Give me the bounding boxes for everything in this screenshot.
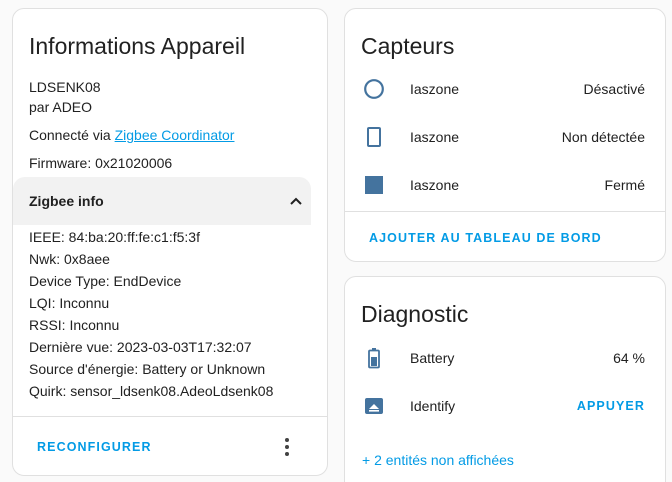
- sensor-state: Non détectée: [561, 129, 645, 145]
- battery-icon: [368, 348, 380, 369]
- reconfigure-button[interactable]: RECONFIGURER: [37, 440, 152, 454]
- sensor-state: Fermé: [604, 177, 645, 193]
- card-divider: [345, 211, 665, 212]
- show-hidden-entities-link[interactable]: + 2 entités non affichées: [362, 452, 514, 468]
- device-manufacturer: par ADEO: [29, 99, 93, 115]
- diagnostic-card: Diagnostic Battery 64 % Identify APPUYER…: [344, 276, 666, 482]
- sensor-name: Iaszone: [410, 81, 460, 97]
- press-button[interactable]: APPUYER: [577, 399, 645, 413]
- zigbee-info-label: Zigbee info: [29, 193, 104, 209]
- sensors-title: Capteurs: [361, 33, 455, 59]
- zigbee-rssi: RSSI: Inconnu: [29, 317, 120, 333]
- chevron-up-icon: [290, 197, 302, 205]
- zigbee-ieee: IEEE: 84:ba:20:ff:fe:c1:f5:3f: [29, 229, 200, 245]
- add-to-dashboard-button[interactable]: AJOUTER AU TABLEAU DE BORD: [369, 231, 602, 245]
- diagnostic-name: Identify: [410, 398, 456, 414]
- device-model: LDSENK08: [29, 79, 101, 95]
- square-filled-icon: [365, 176, 383, 194]
- diagnostic-name: Battery: [410, 350, 455, 366]
- firmware-version: Firmware: 0x21020006: [29, 155, 173, 171]
- zigbee-power-source: Source d'énergie: Battery or Unknown: [29, 361, 266, 377]
- device-info-title: Informations Appareil: [29, 33, 246, 59]
- zigbee-last-seen: Dernière vue: 2023-03-03T17:32:07: [29, 339, 252, 355]
- zigbee-quirk: Quirk: sensor_ldsenk08.AdeoLdsenk08: [29, 383, 274, 399]
- zigbee-info-expander[interactable]: Zigbee info: [13, 177, 311, 225]
- diagnostic-title: Diagnostic: [361, 301, 469, 327]
- zigbee-lqi: LQI: Inconnu: [29, 295, 110, 311]
- sensor-name: Iaszone: [410, 177, 460, 193]
- sensor-name: Iaszone: [410, 129, 460, 145]
- zigbee-nwk: Nwk: 0x8aee: [29, 251, 110, 267]
- more-options-icon[interactable]: [283, 438, 291, 458]
- connected-via-prefix: Connecté via: [29, 127, 115, 143]
- zigbee-device-type: Device Type: EndDevice: [29, 273, 182, 289]
- card-divider: [13, 416, 327, 417]
- sensors-card: Capteurs Iaszone Désactivé Iaszone Non d…: [344, 8, 666, 262]
- device-info-card: Informations Appareil LDSENK08 par ADEO …: [12, 8, 328, 476]
- zigbee-coordinator-link[interactable]: Zigbee Coordinator: [115, 127, 235, 143]
- identify-icon: [365, 398, 383, 414]
- connected-via: Connecté via Zigbee Coordinator: [29, 127, 234, 143]
- sensor-state: Désactivé: [583, 81, 645, 97]
- motion-off-icon: [364, 79, 384, 99]
- diagnostic-state: 64 %: [613, 350, 645, 366]
- door-closed-icon: [367, 127, 381, 147]
